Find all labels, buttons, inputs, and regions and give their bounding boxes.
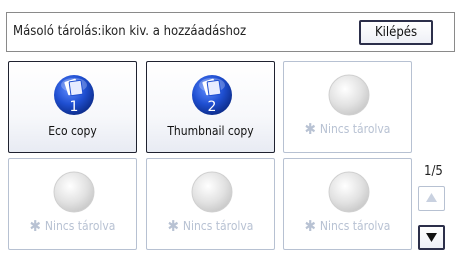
empty-slot-disc-icon xyxy=(52,170,96,214)
program-tile-6[interactable]: ✱ Nincs tárolva xyxy=(283,158,412,250)
asterisk-icon: ✱ xyxy=(167,217,179,235)
program-disc-icon: 2 xyxy=(190,73,234,117)
program-tile-3[interactable]: ✱ Nincs tárolva xyxy=(283,61,412,153)
program-tile-4[interactable]: ✱ Nincs tárolva xyxy=(8,158,137,250)
program-tile-5[interactable]: ✱ Nincs tárolva xyxy=(146,158,275,250)
header-bar: Másoló tárolás:ikon kiv. a hozzáadáshoz … xyxy=(6,12,455,52)
program-label: Eco copy xyxy=(48,124,97,138)
empty-slot-disc-icon xyxy=(190,170,234,214)
svg-text:1: 1 xyxy=(70,99,79,115)
program-label: ✱ Nincs tárolva xyxy=(304,217,391,235)
program-label: ✱ Nincs tárolva xyxy=(304,120,391,138)
empty-slot-disc-icon xyxy=(327,170,371,214)
exit-button[interactable]: Kilépés xyxy=(359,20,433,45)
svg-text:2: 2 xyxy=(208,99,217,115)
down-arrow-icon xyxy=(426,233,437,242)
page-indicator: 1/5 xyxy=(424,164,443,179)
program-grid: 1 Eco copy 2 Thumbnail copy ✱ Nincs táro… xyxy=(6,52,455,257)
program-label: ✱ Nincs tárolva xyxy=(29,217,116,235)
empty-slot-disc-icon xyxy=(327,73,371,117)
asterisk-icon: ✱ xyxy=(304,217,316,235)
program-tile-1[interactable]: 1 Eco copy xyxy=(8,61,137,153)
program-label: Thumbnail copy xyxy=(167,124,254,138)
asterisk-icon: ✱ xyxy=(29,217,41,235)
program-label: ✱ Nincs tárolva xyxy=(167,217,254,235)
program-disc-icon: 1 xyxy=(52,73,96,117)
header-title: Másoló tárolás:ikon kiv. a hozzáadáshoz xyxy=(13,24,247,39)
scroll-up-button[interactable] xyxy=(418,186,445,211)
up-arrow-icon xyxy=(426,193,437,202)
asterisk-icon: ✱ xyxy=(304,120,316,138)
program-tile-2[interactable]: 2 Thumbnail copy xyxy=(146,61,275,153)
scroll-down-button[interactable] xyxy=(418,225,445,250)
